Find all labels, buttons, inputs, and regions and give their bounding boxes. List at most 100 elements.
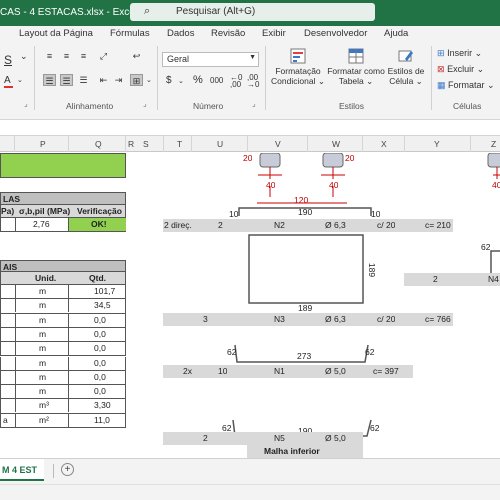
table2-row[interactable]: m 0,0 [0,370,126,386]
number-dialog-launcher-icon[interactable]: ⌟ [252,99,256,108]
tab-view[interactable]: Exibir [262,28,286,39]
insert-button[interactable]: ⊞ Inserir ⌄ [437,48,482,59]
merge-dropdown-icon[interactable]: ⌄ [146,76,152,84]
col-header-u[interactable]: U [217,139,223,149]
align-top-icon[interactable]: ≡ [43,50,56,62]
tab-formulas[interactable]: Fórmulas [110,28,150,39]
decrease-indent-icon[interactable]: ⇤ [97,74,110,86]
delete-button[interactable]: ⊠ Excluir ⌄ [437,64,484,75]
divider [157,46,158,110]
table2-row[interactable]: m 0,0 [0,385,126,400]
percent-button[interactable]: % [193,74,203,86]
align-bottom-icon[interactable]: ≡ [77,50,90,62]
cell-styles-button[interactable]: Estilos de Célula ⌄ [385,48,427,86]
align-left-icon[interactable]: ☰ [43,74,56,86]
table2-columns: Unid. Qtd. [0,272,126,285]
col-header-v[interactable]: V [275,139,281,149]
merge-center-icon[interactable]: ⊞ [130,74,143,86]
tab-page-layout[interactable]: Layout da Página [19,28,93,39]
table2-row[interactable]: m 101,7 [0,285,126,300]
rebar-row-n4[interactable]: 2 N4 [404,273,500,286]
font-color-dropdown-icon[interactable]: ⌄ [17,76,23,84]
col-header-z[interactable]: Z [491,139,496,149]
format-button[interactable]: ▦ Formatar ⌄ [437,80,495,91]
format-icon: ▦ [437,80,446,90]
font-color-bar [4,86,13,88]
unit-cell: m [39,386,47,397]
align-middle-icon[interactable]: ≡ [60,50,73,62]
format-as-table-button[interactable]: Formatar como Tabela ⌄ [326,48,386,86]
rebar-row-n3[interactable]: 3 N3 Ø 6,3 c/ 20 c= 766 [163,313,453,326]
unit-cell: m [39,357,47,368]
underline-button[interactable]: S [4,53,12,67]
search-icon: ⌕ [144,5,151,17]
row-label: a [3,414,8,425]
col-header-s[interactable]: S [143,139,149,149]
conditional-formatting-label: Formatação [275,66,321,76]
col-header-t[interactable]: T [177,139,182,149]
col-header-w[interactable]: W [332,139,340,149]
divider [265,46,266,110]
table2-row[interactable]: m 34,5 [0,299,126,314]
col-header-r[interactable]: R [128,139,134,149]
unit-cell: m [39,343,47,354]
group-cells-label: Células [453,101,482,111]
tab-developer[interactable]: Desenvolvedor [304,28,367,39]
sheet-tab[interactable]: M 4 EST [0,459,44,481]
col-header-q[interactable]: Q [95,139,102,149]
tab-review[interactable]: Revisão [211,28,245,39]
orientation-icon[interactable]: ⤢ [97,50,110,62]
col-header-x[interactable]: X [381,139,387,149]
increase-decimal-icon[interactable]: ←0,00 [230,74,242,89]
table2-row[interactable]: a m² 11,0 [0,413,126,428]
decrease-decimal-icon[interactable]: ,00 →0 [247,74,259,89]
unit-cell: m [39,286,47,296]
qty-cell: 0,0 [94,357,106,368]
search-placeholder: Pesquisar (Alt+G) [176,6,256,17]
add-sheet-button[interactable]: + [61,463,74,476]
currency-button[interactable]: $ [166,75,172,86]
table1-row: 2,76 OK! [0,218,126,232]
qty-cell: 0,0 [94,371,106,382]
formula-bar[interactable] [0,120,500,136]
divider [431,46,432,110]
rebar-drawing [232,153,500,437]
number-format-select[interactable]: Geral ▼ [162,52,259,67]
thousands-button[interactable]: 000 [210,76,223,85]
align-center-icon[interactable]: ☰ [60,74,73,86]
increase-indent-icon[interactable]: ⇥ [112,74,125,86]
green-header-block [0,153,126,178]
cell-styles-icon [398,48,414,64]
wrap-text-icon[interactable]: ↩ [130,50,143,62]
worksheet-grid[interactable]: P Q R S T U V W X Y Z LAS Pa) σ,b,pil (M… [0,136,500,458]
col-header-y[interactable]: Y [434,139,440,149]
ribbon: S ⌄ A ⌄ ⌟ ≡ ≡ ≡ ⤢ ↩ ☰ ☰ ☰ ⇤ ⇥ ⊞ ⌄ Alinha… [0,42,500,120]
currency-dropdown-icon[interactable]: ⌄ [178,77,184,85]
tab-help[interactable]: Ajuda [384,28,408,39]
qty-cell: 0,0 [94,314,106,325]
font-color-button[interactable]: A [4,75,11,86]
table2-row[interactable]: m 0,0 [0,313,126,328]
col-header-p[interactable]: P [40,139,46,149]
rebar-row-n2[interactable]: 2 direç. 2 N2 Ø 6,3 c/ 20 c= 210 [163,219,453,232]
rebar-row-n1[interactable]: 2x 10 N1 Ø 5,0 c= 397 [163,365,413,378]
table2-row[interactable]: m³ 3,30 [0,399,126,414]
pile-stress-value[interactable]: 2,76 [33,219,50,229]
qty-cell: 0,0 [94,343,106,354]
rebar-row-n5[interactable]: 2 N5 Ø 5,0 [163,432,363,445]
tab-data[interactable]: Dados [167,28,194,39]
search-box[interactable]: ⌕ Pesquisar (Alt+G) [130,3,375,21]
table1-header: LAS [0,192,126,205]
dropdown-icon[interactable]: ⌄ [20,51,28,62]
table2-row[interactable]: m 0,0 [0,356,126,371]
alignment-dialog-launcher-icon[interactable]: ⌟ [143,99,147,108]
table2-row[interactable]: m 0,0 [0,327,126,343]
conditional-formatting-button[interactable]: Formatação Condicional ⌄ [271,48,325,86]
font-dialog-launcher-icon[interactable]: ⌟ [24,99,28,108]
table2-row[interactable]: m 0,0 [0,342,126,357]
rebar-drawing-area: 20 20 40 40 40 120 10 190 10 189 189 62 … [163,153,500,458]
verification-cell[interactable]: OK! [69,218,126,231]
table1-columns: Pa) σ,b,pil (MPa) Verificação [0,205,126,218]
align-right-icon[interactable]: ☰ [77,74,90,86]
insert-icon: ⊞ [437,48,445,58]
